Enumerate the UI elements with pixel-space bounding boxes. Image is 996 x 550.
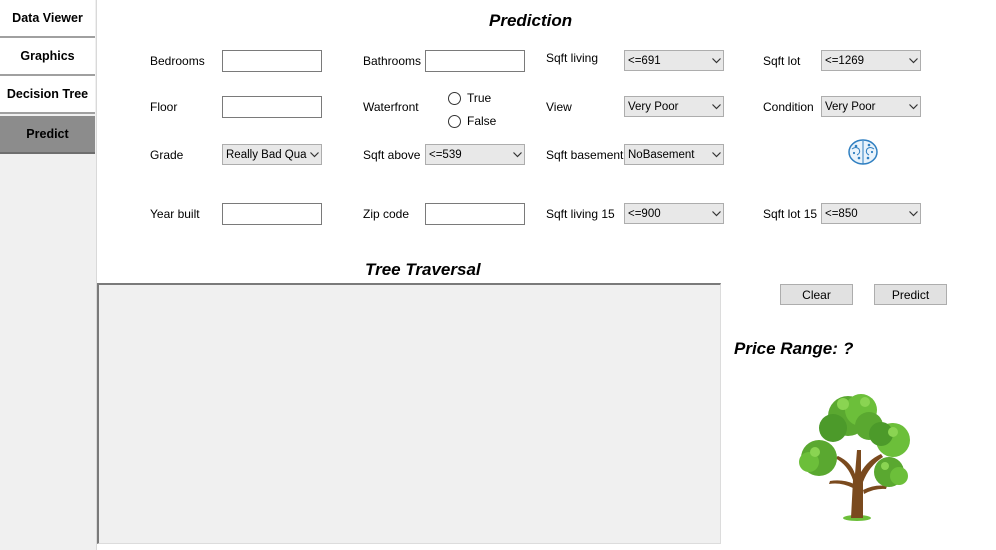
bathrooms-input[interactable] — [425, 50, 525, 72]
view-value: Very Poor — [628, 100, 679, 113]
view-label: View — [546, 100, 572, 114]
sqft-basement-select[interactable]: NoBasement — [624, 144, 724, 165]
nav-label: Predict — [26, 127, 69, 141]
price-range: Price Range: ? — [734, 339, 853, 359]
sqft-lot-select[interactable]: <=1269 — [821, 50, 921, 71]
waterfront-true-radio[interactable]: True — [448, 91, 491, 105]
prediction-title: Prediction — [489, 11, 573, 30]
zip-code-input[interactable] — [425, 203, 525, 225]
chevron-down-icon — [709, 54, 723, 68]
nav-label: Decision Tree — [6, 87, 89, 101]
radio-label: True — [467, 91, 492, 105]
grade-select[interactable]: Really Bad Qua — [222, 144, 322, 165]
nav-data-viewer[interactable]: Data Viewer — [0, 0, 95, 38]
sqft-lot-value: <=1269 — [825, 54, 865, 67]
nav-label: Data Viewer — [12, 11, 83, 25]
sqft-lot15-label: Sqft lot 15 — [763, 207, 818, 221]
sqft-living15-label: Sqft living 15 — [546, 207, 615, 221]
condition-label: Condition — [763, 100, 814, 114]
bedrooms-input[interactable] — [222, 50, 322, 72]
sqft-living15-value: <=900 — [628, 207, 661, 220]
chevron-down-icon — [307, 148, 321, 162]
sqft-basement-value: NoBasement — [628, 148, 695, 161]
radio-circle — [448, 91, 461, 105]
tree-illustration — [793, 390, 921, 524]
zip-code-label: Zip code — [363, 207, 410, 221]
sqft-living-select[interactable]: <=691 — [624, 50, 724, 71]
sqft-above-label: Sqft above — [363, 148, 421, 162]
chevron-down-icon — [709, 100, 723, 114]
condition-value: Very Poor — [825, 100, 876, 113]
sqft-living-value: <=691 — [628, 54, 661, 67]
year-built-label: Year built — [150, 207, 200, 221]
floor-input[interactable] — [222, 96, 322, 118]
nav-decision-tree[interactable]: Decision Tree — [0, 76, 95, 114]
chevron-down-icon — [906, 100, 920, 114]
price-range-value: ? — [842, 339, 854, 358]
predict-button[interactable]: Predict — [874, 284, 947, 305]
waterfront-label: Waterfront — [363, 100, 419, 114]
chevron-down-icon — [906, 207, 920, 221]
bedrooms-label: Bedrooms — [150, 54, 205, 68]
clear-button[interactable]: Clear — [780, 284, 853, 305]
chevron-down-icon — [510, 148, 524, 162]
tree-traversal-panel[interactable] — [97, 283, 721, 544]
view-select[interactable]: Very Poor — [624, 96, 724, 117]
chevron-down-icon — [709, 207, 723, 221]
bathrooms-label: Bathrooms — [363, 54, 422, 68]
sqft-basement-label: Sqft basement — [546, 148, 624, 162]
year-built-input[interactable] — [222, 203, 322, 225]
nav-predict[interactable]: Predict — [0, 116, 95, 154]
brain-icon — [847, 137, 879, 167]
waterfront-false-radio[interactable]: False — [448, 114, 496, 128]
radio-label: False — [467, 114, 497, 128]
condition-select[interactable]: Very Poor — [821, 96, 921, 117]
tree-traversal-title: Tree Traversal — [365, 260, 481, 279]
grade-value: Really Bad Qua — [226, 148, 307, 161]
chevron-down-icon — [709, 148, 723, 162]
sqft-living15-select[interactable]: <=900 — [624, 203, 724, 224]
nav-graphics[interactable]: Graphics — [0, 38, 95, 76]
radio-circle — [448, 114, 461, 128]
sqft-lot15-select[interactable]: <=850 — [821, 203, 921, 224]
sidebar: Data Viewer Graphics Decision Tree Predi… — [0, 0, 97, 550]
price-range-label: Price Range: — [734, 339, 838, 358]
sqft-above-select[interactable]: <=539 — [425, 144, 525, 165]
sqft-lot15-value: <=850 — [825, 207, 858, 220]
sqft-living-label: Sqft living — [546, 51, 599, 65]
nav-label: Graphics — [20, 49, 75, 63]
grade-label: Grade — [150, 148, 184, 162]
floor-label: Floor — [150, 100, 178, 114]
chevron-down-icon — [906, 54, 920, 68]
sqft-above-value: <=539 — [429, 148, 462, 161]
sqft-lot-label: Sqft lot — [763, 54, 801, 68]
